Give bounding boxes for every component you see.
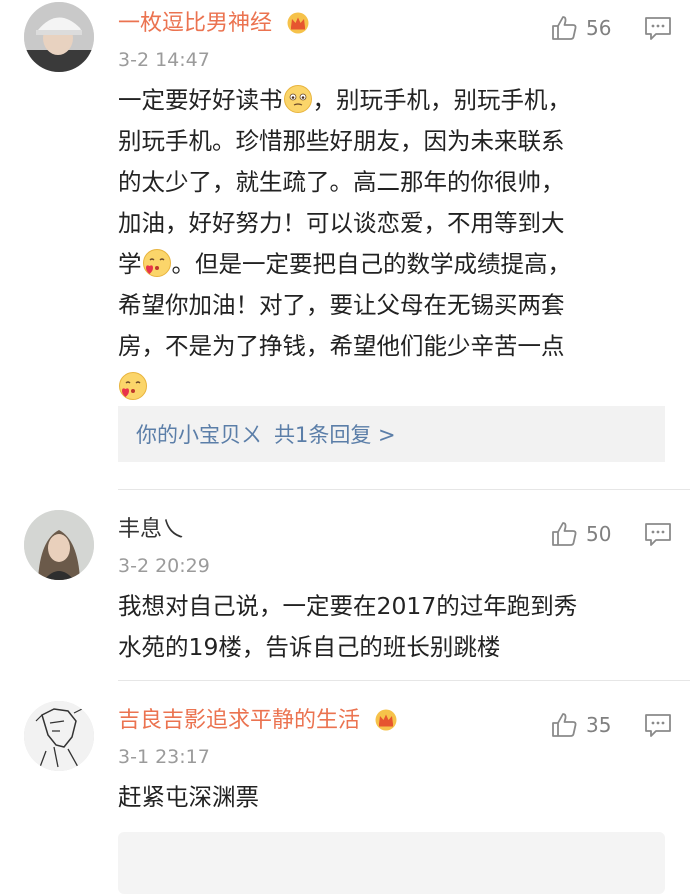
crown-icon (287, 12, 309, 34)
comment-item: 丰息乀 3-2 20:29 50 我想对自己说，一定要在2017的过年跑到秀 水… (0, 490, 690, 680)
timestamp: 3-2 14:47 (118, 49, 210, 71)
blowing-kiss-emoji (142, 249, 171, 277)
avatar[interactable] (24, 701, 94, 771)
username-text[interactable]: 吉良吉影追求平静的生活 (118, 708, 360, 733)
comment-text-part: 一定要好好读书 (118, 86, 283, 114)
reply-username[interactable]: 你的小宝贝ㄨ (136, 419, 262, 449)
like-count: 35 (586, 713, 612, 737)
reply-count-link[interactable]: 共1条回复 > (274, 419, 396, 449)
blowing-kiss-emoji (119, 372, 147, 400)
username-text[interactable]: 一枚逗比男神经 (118, 11, 272, 36)
avatar-image (24, 2, 94, 72)
crown-icon (375, 709, 397, 731)
comment-icon[interactable] (644, 521, 672, 547)
sub-reply-box[interactable]: 你的小宝贝ㄨ 共1条回复 > (118, 406, 665, 462)
username[interactable]: 一枚逗比男神经 (118, 10, 311, 38)
comment-text: 我想对自己说，一定要在2017的过年跑到秀 水苑的19楼，告诉自己的班长别跳楼 (118, 592, 578, 661)
timestamp: 3-2 20:29 (118, 555, 210, 577)
avatar-image (24, 701, 94, 771)
thumbs-up-icon (552, 713, 577, 737)
thumbs-up-icon (552, 522, 577, 546)
thumbs-up-icon (552, 16, 577, 40)
comment-item: 一枚逗比男神经 3-2 14:47 56 一定要好好读书 ，别玩手机，别玩手机， … (0, 0, 690, 490)
like-count: 56 (586, 16, 612, 40)
username[interactable]: 吉良吉影追求平静的生活 (118, 707, 399, 735)
avatar[interactable] (24, 2, 94, 72)
like-button[interactable]: 35 (550, 710, 611, 740)
comment-text: 一定要好好读书 ，别玩手机，别玩手机， 别玩手机。珍惜那些好朋友，因为未来联系 的… (118, 80, 678, 408)
sub-reply-box[interactable] (118, 832, 665, 894)
comment-text-part: 。但是一定要把自己的数学成绩提高， 希望你加油！对了，要让父母在无锡买两套 房，… (118, 250, 571, 360)
comment-item: 吉良吉影追求平静的生活 3-1 23:17 35 赶紧屯深渊票 (0, 681, 690, 831)
comment-text: 赶紧屯深渊票 (118, 783, 259, 811)
avatar-image (24, 510, 94, 580)
like-button[interactable]: 56 (550, 13, 611, 43)
username-text[interactable]: 丰息乀 (118, 517, 184, 542)
timestamp: 3-1 23:17 (118, 746, 210, 768)
comment-icon[interactable] (644, 15, 672, 41)
like-button[interactable]: 50 (550, 519, 611, 549)
flushed-face-emoji (283, 85, 312, 113)
comment-icon[interactable] (644, 712, 672, 738)
like-count: 50 (586, 522, 612, 546)
avatar[interactable] (24, 510, 94, 580)
username[interactable]: 丰息乀 (118, 516, 184, 544)
